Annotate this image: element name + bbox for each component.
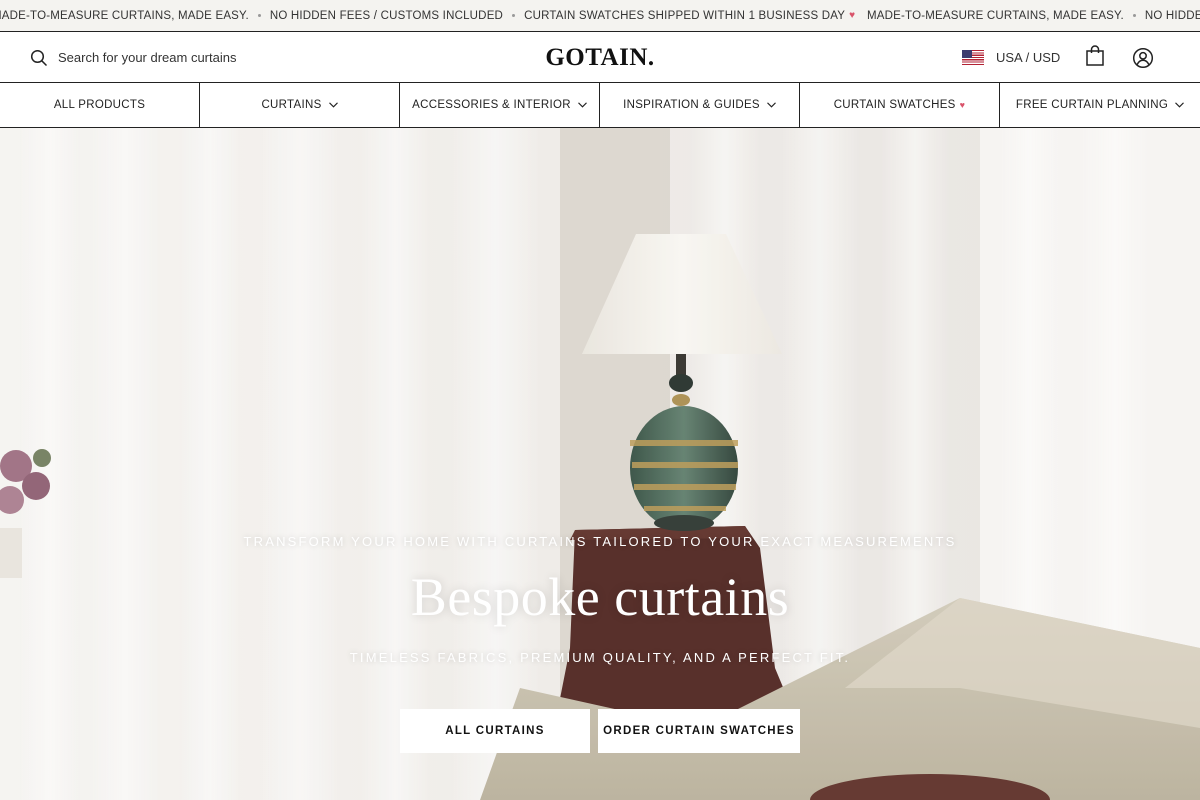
chevron-down-icon (577, 102, 587, 108)
heart-letter-icon: ♥ (959, 100, 966, 110)
announcement-item: NO HIDDEN FEES / CUSTOMS INCLUDED (269, 9, 504, 22)
hero-content: TRANSFORM YOUR HOME WITH CURTAINS TAILOR… (0, 128, 1200, 800)
search-bar[interactable] (30, 32, 298, 83)
hero-eyebrow: TRANSFORM YOUR HOME WITH CURTAINS TAILOR… (243, 534, 957, 549)
announcement-track-2: MADE-TO-MEASURE CURTAINS, MADE EASY. NO … (867, 0, 1200, 31)
hero-subheadline: TIMELESS FABRICS, PREMIUM QUALITY, AND A… (349, 650, 851, 665)
nav-item-curtains[interactable]: CURTAINS (200, 83, 400, 127)
nav-item-inspiration-guides[interactable]: INSPIRATION & GUIDES (600, 83, 800, 127)
heart-letter-icon: ♥ (849, 10, 856, 21)
search-input[interactable] (58, 50, 298, 65)
account-icon[interactable] (1132, 47, 1154, 69)
search-icon (30, 49, 48, 66)
chevron-down-icon (1175, 102, 1184, 108)
main-nav: ALL PRODUCTS CURTAINS ACCESSORIES & INTE… (0, 83, 1200, 128)
locale-selector[interactable]: USA / USD (962, 32, 1060, 83)
shopping-bag-icon[interactable] (1085, 45, 1105, 67)
site-logo[interactable]: GOTAIN. (545, 44, 654, 71)
announcement-bar: MADE-TO-MEASURE CURTAINS, MADE EASY. NO … (0, 0, 1200, 32)
announcement-track-1: MADE-TO-MEASURE CURTAINS, MADE EASY. NO … (0, 0, 855, 31)
nav-item-all-products[interactable]: ALL PRODUCTS (0, 83, 200, 127)
nav-item-curtain-swatches[interactable]: CURTAIN SWATCHES ♥ (800, 83, 1000, 127)
locale-label: USA / USD (996, 50, 1061, 65)
separator-dot (257, 14, 261, 17)
announcement-item: MADE-TO-MEASURE CURTAINS, MADE EASY. (867, 9, 1124, 22)
chevron-down-icon (328, 102, 338, 108)
separator-dot (512, 14, 516, 17)
announcement-item: CURTAIN SWATCHES SHIPPED WITHIN 1 BUSINE… (524, 9, 856, 22)
nav-item-free-curtain-planning[interactable]: FREE CURTAIN PLANNING (1000, 83, 1200, 127)
site-header: GOTAIN. USA / USD (0, 32, 1200, 83)
announcement-item: NO HIDDEN FEES / CUSTOMS INCLUDED (1144, 9, 1200, 22)
hero-headline: Bespoke curtains (410, 567, 790, 627)
hero-banner: TRANSFORM YOUR HOME WITH CURTAINS TAILOR… (0, 128, 1200, 800)
order-swatches-button[interactable]: ORDER CURTAIN SWATCHES (598, 709, 800, 753)
nav-item-accessories-interior[interactable]: ACCESSORIES & INTERIOR (400, 83, 600, 127)
chevron-down-icon (767, 102, 776, 108)
separator-dot (1132, 14, 1136, 17)
us-flag-icon (962, 50, 984, 65)
announcement-item: MADE-TO-MEASURE CURTAINS, MADE EASY. (0, 9, 249, 22)
all-curtains-button[interactable]: ALL CURTAINS (400, 709, 590, 753)
